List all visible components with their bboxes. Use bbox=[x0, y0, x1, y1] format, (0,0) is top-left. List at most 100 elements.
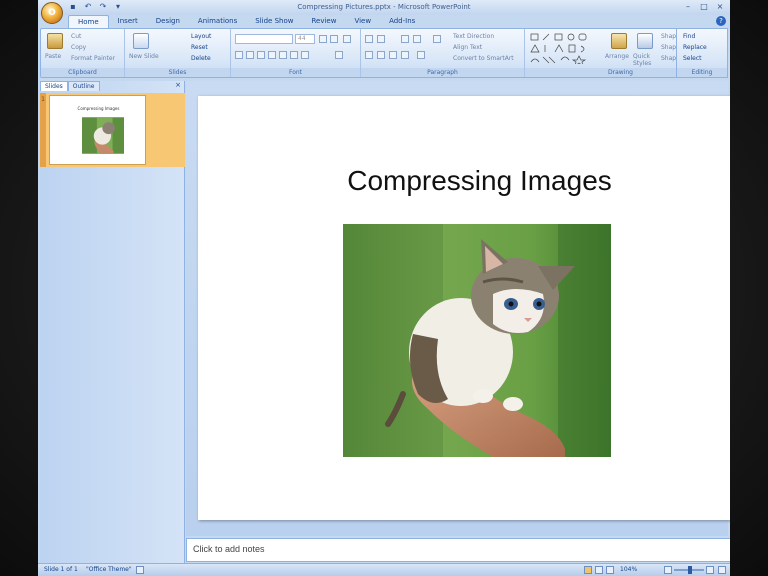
change-case-icon[interactable] bbox=[301, 51, 309, 59]
window-controls: – □ × bbox=[682, 1, 726, 12]
title-bar: ▪ ↶ ↷ ▾ Compressing Pictures.pptx - Micr… bbox=[38, 0, 730, 15]
slides-group: New Slide Layout Reset Delete Slides bbox=[125, 29, 231, 77]
decrease-indent-icon[interactable] bbox=[401, 35, 409, 43]
font-name-combo[interactable] bbox=[235, 34, 293, 44]
columns-icon[interactable] bbox=[417, 51, 425, 59]
align-text-button[interactable]: Align Text bbox=[453, 44, 482, 51]
shapes-gallery-icon[interactable] bbox=[529, 32, 599, 64]
zoom-out-icon[interactable] bbox=[664, 566, 672, 574]
kitten-picture bbox=[343, 224, 611, 457]
fit-to-window-icon[interactable] bbox=[718, 566, 726, 574]
clipboard-group-label: Clipboard bbox=[41, 68, 124, 77]
convert-smartart-button[interactable]: Convert to SmartArt bbox=[453, 55, 514, 62]
tab-insert[interactable]: Insert bbox=[109, 15, 147, 28]
zoom-level[interactable]: 104% bbox=[620, 566, 637, 573]
zoom-slider-thumb[interactable] bbox=[688, 566, 692, 574]
arrange-button[interactable]: Arrange bbox=[605, 53, 629, 60]
tab-add-ins[interactable]: Add-Ins bbox=[380, 15, 424, 28]
paragraph-group-label: Paragraph bbox=[361, 68, 524, 77]
layout-button[interactable]: Layout bbox=[191, 33, 211, 40]
slide-sorter-view-icon[interactable] bbox=[595, 566, 603, 574]
clear-formatting-icon[interactable] bbox=[343, 35, 351, 43]
slide-thumbnail[interactable]: Compressing Images bbox=[49, 95, 146, 165]
maximize-icon[interactable]: □ bbox=[698, 1, 710, 12]
ribbon-tabs: Home Insert Design Animations Slide Show… bbox=[68, 15, 424, 28]
delete-button[interactable]: Delete bbox=[191, 55, 211, 62]
office-logo-icon: O bbox=[48, 8, 56, 18]
window-title: Compressing Pictures.pptx - Microsoft Po… bbox=[297, 3, 471, 11]
character-spacing-icon[interactable] bbox=[290, 51, 298, 59]
paste-button[interactable]: Paste bbox=[45, 53, 61, 60]
slide-thumbnail-selection[interactable]: 1 Compressing Images bbox=[40, 93, 185, 167]
powerpoint-window: ▪ ↶ ↷ ▾ Compressing Pictures.pptx - Micr… bbox=[38, 0, 730, 576]
tab-review[interactable]: Review bbox=[302, 15, 345, 28]
tab-view[interactable]: View bbox=[345, 15, 380, 28]
numbering-icon[interactable] bbox=[377, 35, 385, 43]
office-button[interactable]: O bbox=[41, 2, 63, 24]
clipboard-group: Paste Cut Copy Format Painter Clipboard bbox=[41, 29, 125, 77]
font-group: 44 Font bbox=[231, 29, 361, 77]
font-size-combo[interactable]: 44 bbox=[295, 34, 315, 44]
slides-pane: Slides Outline × 1 Compressing Images bbox=[40, 81, 185, 563]
increase-indent-icon[interactable] bbox=[413, 35, 421, 43]
quick-styles-icon[interactable] bbox=[637, 33, 653, 49]
new-slide-button[interactable]: New Slide bbox=[129, 53, 159, 60]
tab-slides[interactable]: Slides bbox=[40, 81, 68, 91]
format-painter-button[interactable]: Format Painter bbox=[71, 55, 115, 62]
zoom-in-icon[interactable] bbox=[706, 566, 714, 574]
slides-group-label: Slides bbox=[125, 68, 230, 77]
slide-canvas[interactable]: Compressing Images bbox=[198, 96, 730, 520]
font-group-label: Font bbox=[231, 68, 360, 77]
shadow-icon[interactable] bbox=[279, 51, 287, 59]
help-icon[interactable]: ? bbox=[716, 16, 726, 26]
ribbon: Paste Cut Copy Format Painter Clipboard … bbox=[40, 28, 728, 78]
minimize-icon[interactable]: – bbox=[682, 1, 694, 12]
underline-icon[interactable] bbox=[257, 51, 265, 59]
slide-editor: Compressing Images bbox=[186, 81, 730, 536]
status-bar: Slide 1 of 1 "Office Theme" 104% bbox=[38, 563, 730, 576]
align-center-icon[interactable] bbox=[377, 51, 385, 59]
bold-icon[interactable] bbox=[235, 51, 243, 59]
tab-design[interactable]: Design bbox=[147, 15, 189, 28]
slide-counter: Slide 1 of 1 bbox=[44, 566, 78, 573]
tab-home[interactable]: Home bbox=[68, 15, 109, 28]
close-pane-icon[interactable]: × bbox=[175, 81, 181, 89]
tab-animations[interactable]: Animations bbox=[189, 15, 246, 28]
line-spacing-icon[interactable] bbox=[433, 35, 441, 43]
arrange-icon[interactable] bbox=[611, 33, 627, 49]
kitten-image[interactable] bbox=[343, 224, 611, 457]
notes-pane[interactable]: Click to add notes bbox=[186, 538, 730, 562]
quick-styles-button[interactable]: Quick Styles bbox=[633, 53, 659, 67]
strikethrough-icon[interactable] bbox=[268, 51, 276, 59]
font-color-icon[interactable] bbox=[335, 51, 343, 59]
bullets-icon[interactable] bbox=[365, 35, 373, 43]
thumbnail-kitten-image bbox=[82, 117, 124, 154]
reset-button[interactable]: Reset bbox=[191, 44, 208, 51]
tab-outline[interactable]: Outline bbox=[67, 81, 100, 91]
align-right-icon[interactable] bbox=[389, 51, 397, 59]
new-slide-icon[interactable] bbox=[133, 33, 149, 49]
justify-icon[interactable] bbox=[401, 51, 409, 59]
tab-slide-show[interactable]: Slide Show bbox=[246, 15, 302, 28]
shrink-font-icon[interactable] bbox=[330, 35, 338, 43]
spelling-check-icon[interactable] bbox=[136, 566, 144, 574]
italic-icon[interactable] bbox=[246, 51, 254, 59]
cut-button[interactable]: Cut bbox=[71, 33, 81, 40]
close-icon[interactable]: × bbox=[714, 1, 726, 12]
thumbnail-title: Compressing Images bbox=[77, 106, 120, 111]
grow-font-icon[interactable] bbox=[319, 35, 327, 43]
text-direction-button[interactable]: Text Direction bbox=[453, 33, 494, 40]
normal-view-icon[interactable] bbox=[584, 566, 592, 574]
slide-title[interactable]: Compressing Images bbox=[198, 165, 730, 197]
copy-button[interactable]: Copy bbox=[71, 44, 86, 51]
editing-group-label: Editing bbox=[677, 68, 727, 77]
notes-placeholder: Click to add notes bbox=[193, 544, 265, 554]
slide-show-view-icon[interactable] bbox=[606, 566, 614, 574]
thumbnail-number: 1 bbox=[41, 96, 45, 103]
replace-button[interactable]: Replace bbox=[683, 44, 707, 51]
find-button[interactable]: Find bbox=[683, 33, 695, 40]
align-left-icon[interactable] bbox=[365, 51, 373, 59]
select-button[interactable]: Select bbox=[683, 55, 702, 62]
paste-icon[interactable] bbox=[47, 33, 63, 49]
pane-tabs: Slides Outline bbox=[40, 81, 185, 91]
